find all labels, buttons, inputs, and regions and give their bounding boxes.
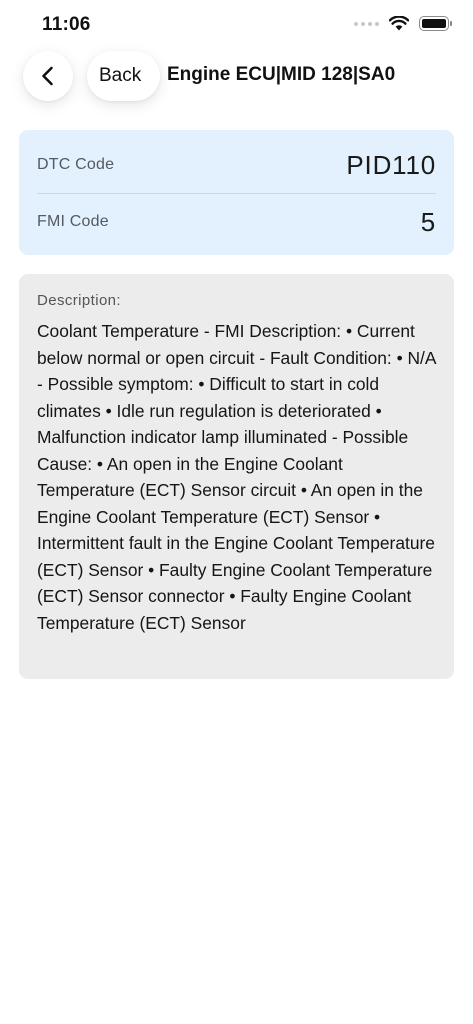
divider bbox=[37, 193, 436, 194]
back-button[interactable]: Back bbox=[87, 51, 161, 101]
cellular-signal-icon bbox=[354, 21, 379, 26]
back-button-label: Back bbox=[99, 65, 142, 86]
battery-icon bbox=[419, 16, 452, 31]
status-time: 11:06 bbox=[42, 14, 91, 35]
dtc-code-label: DTC Code bbox=[37, 156, 115, 173]
dtc-code-row: DTC Code PID110 bbox=[37, 150, 436, 180]
fmi-code-row: FMI Code 5 bbox=[37, 207, 436, 237]
chevron-left-icon bbox=[42, 66, 53, 86]
dtc-code-value: PID110 bbox=[346, 149, 436, 180]
description-text: Coolant Temperature - FMI Description: •… bbox=[37, 321, 436, 633]
back-chevron-button[interactable] bbox=[23, 51, 73, 101]
status-bar: 11:06 bbox=[0, 0, 473, 50]
fmi-code-value: 5 bbox=[420, 206, 436, 237]
description-card: Description: Coolant Temperature - FMI D… bbox=[19, 274, 454, 679]
wifi-icon bbox=[389, 16, 409, 31]
page-title: Engine ECU|MID 128|SA0 bbox=[167, 64, 396, 85]
description-label: Description: bbox=[37, 292, 121, 309]
navigation-bar: Back Engine ECU|MID 128|SA0 bbox=[0, 50, 473, 104]
code-card: DTC Code PID110 FMI Code 5 bbox=[19, 130, 454, 255]
fmi-code-label: FMI Code bbox=[37, 213, 109, 230]
status-icons bbox=[354, 16, 452, 31]
